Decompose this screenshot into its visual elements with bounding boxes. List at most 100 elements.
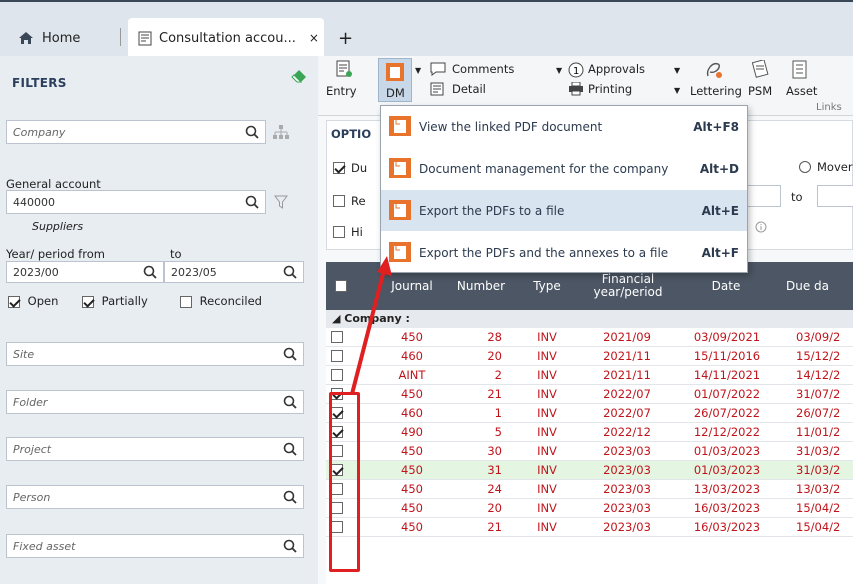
dm-dropdown-icon[interactable]: ▼ [415, 66, 421, 75]
row-checkbox[interactable] [331, 369, 343, 381]
printing-label: Printing [588, 82, 633, 96]
folder-input[interactable]: Folder [6, 390, 304, 414]
search-icon[interactable] [143, 265, 157, 279]
table-row[interactable]: 450 21 INV 2022/07 01/07/2022 31/07/2 [326, 385, 853, 404]
cell-due: 15/04/2 [796, 520, 841, 534]
open-checkbox-row[interactable]: Open [8, 294, 58, 308]
menu-item-document-management[interactable]: Document management for the company Alt+… [381, 148, 747, 189]
entry-icon [336, 60, 352, 78]
cell-journal: 450 [401, 444, 423, 458]
menu-label: Export the PDFs to a file [419, 203, 565, 218]
site-input[interactable]: Site [6, 342, 304, 366]
table-row[interactable]: 450 28 INV 2021/09 03/09/2021 03/09/2 [326, 328, 853, 347]
group-company[interactable]: ◢ Company : [326, 310, 853, 328]
dm-button[interactable]: DM [378, 58, 412, 102]
search-icon[interactable] [283, 395, 297, 409]
psm-button[interactable]: PSM [746, 58, 776, 100]
cell-journal: AINT [398, 368, 426, 382]
pdf-document-icon [389, 116, 411, 136]
entries-grid: Journal Number Type Financial year/perio… [326, 262, 853, 584]
reconciled-label: Reconciled [199, 294, 262, 308]
re-label: Re [351, 194, 366, 208]
filters-title: FILTERS [12, 76, 67, 90]
cell-number: 20 [487, 349, 502, 363]
entry-button[interactable]: Entry [326, 58, 357, 100]
table-row[interactable]: 460 1 INV 2022/07 26/07/2022 26/07/2 [326, 404, 853, 423]
cell-due: 14/12/2 [796, 368, 841, 382]
comments-dropdown-icon[interactable]: ▼ [556, 66, 562, 75]
select-all-checkbox[interactable] [335, 280, 347, 292]
cell-type: INV [537, 444, 557, 458]
close-tab-icon[interactable]: × [309, 31, 319, 45]
cell-type: INV [537, 425, 557, 439]
pdf-document-icon [386, 63, 404, 81]
year-to-value: 2023/05 [171, 265, 217, 279]
hi-label: Hi [351, 225, 363, 239]
option-to-input[interactable] [817, 185, 853, 207]
reconciled-checkbox-row[interactable]: Reconciled [180, 294, 262, 308]
du-checkbox[interactable] [333, 162, 345, 174]
tab-home[interactable]: Home [18, 18, 80, 58]
approvals-dropdown-icon[interactable]: ▼ [674, 66, 680, 75]
year-from-input[interactable]: 2023/00 [6, 261, 164, 283]
cell-journal: 450 [401, 520, 423, 534]
general-account-input[interactable]: 440000 [6, 190, 266, 214]
fixed-asset-placeholder: Fixed asset [13, 539, 76, 553]
psm-label: PSM [748, 84, 773, 98]
cell-due: 15/04/2 [796, 501, 841, 515]
table-row[interactable]: 450 21 INV 2023/03 16/03/2023 15/04/2 [326, 518, 853, 537]
info-icon[interactable] [755, 221, 767, 233]
cell-due: 15/12/2 [796, 349, 841, 363]
table-row[interactable]: AINT 2 INV 2021/11 14/11/2021 14/12/2 [326, 366, 853, 385]
search-icon[interactable] [283, 490, 297, 504]
re-checkbox[interactable] [333, 195, 345, 207]
open-checkbox[interactable] [8, 295, 20, 308]
cell-date: 16/03/2023 [693, 520, 761, 534]
search-icon[interactable] [283, 539, 297, 553]
table-row[interactable]: 450 20 INV 2023/03 16/03/2023 15/04/2 [326, 499, 853, 518]
new-tab-button[interactable]: + [338, 18, 353, 58]
menu-item-export-pdfs-annexes[interactable]: Export the PDFs and the annexes to a fil… [381, 232, 747, 273]
row-checkbox[interactable] [331, 350, 343, 362]
du-label: Du [351, 161, 368, 175]
tab-consultation[interactable]: Consultation accou... × [128, 18, 324, 58]
asset-label: Asset [786, 84, 818, 98]
hi-checkbox[interactable] [333, 226, 345, 238]
table-row[interactable]: 460 20 INV 2021/11 15/11/2016 15/12/2 [326, 347, 853, 366]
row-checkbox[interactable] [331, 331, 343, 343]
project-input[interactable]: Project [6, 437, 304, 461]
dm-dropdown-menu: View the linked PDF document Alt+F8 Docu… [380, 105, 748, 273]
search-icon[interactable] [283, 347, 297, 361]
asset-button[interactable]: Asset [784, 58, 820, 100]
year-to-input[interactable]: 2023/05 [164, 261, 304, 283]
reconciled-checkbox[interactable] [180, 295, 192, 308]
table-row[interactable]: 490 5 INV 2022/12 12/12/2022 11/01/2 [326, 423, 853, 442]
hierarchy-icon[interactable] [273, 125, 289, 139]
search-icon[interactable] [283, 442, 297, 456]
cell-journal: 450 [401, 482, 423, 496]
lettering-button[interactable]: Lettering [690, 58, 742, 100]
search-icon[interactable] [283, 265, 297, 279]
cell-journal: 450 [401, 387, 423, 401]
table-row[interactable]: 450 30 INV 2023/03 01/03/2023 31/03/2 [326, 442, 853, 461]
menu-item-export-pdfs[interactable]: Export the PDFs to a file Alt+E [381, 190, 747, 231]
printing-dropdown-icon[interactable]: ▼ [674, 86, 680, 95]
search-icon[interactable] [245, 125, 259, 139]
company-input[interactable]: Company [6, 120, 266, 144]
eraser-icon[interactable] [290, 68, 308, 84]
tab-home-label: Home [42, 30, 81, 46]
filter-icon[interactable] [274, 195, 288, 209]
col-due-date[interactable]: Due da [786, 262, 853, 310]
fixed-asset-input[interactable]: Fixed asset [6, 534, 304, 558]
lettering-label: Lettering [690, 84, 742, 98]
menu-item-view-pdf[interactable]: View the linked PDF document Alt+F8 [381, 106, 747, 147]
person-input[interactable]: Person [6, 485, 304, 509]
table-row[interactable]: 450 31 INV 2023/03 01/03/2023 31/03/2 [326, 461, 853, 480]
search-icon[interactable] [245, 195, 259, 209]
table-row[interactable]: 450 24 INV 2023/03 13/03/2023 13/03/2 [326, 480, 853, 499]
partially-checkbox-row[interactable]: Partially [82, 294, 148, 308]
mover-radio[interactable] [799, 161, 811, 173]
general-account-value: 440000 [13, 195, 55, 209]
cell-period: 2023/03 [603, 463, 651, 477]
partially-checkbox[interactable] [82, 295, 94, 308]
